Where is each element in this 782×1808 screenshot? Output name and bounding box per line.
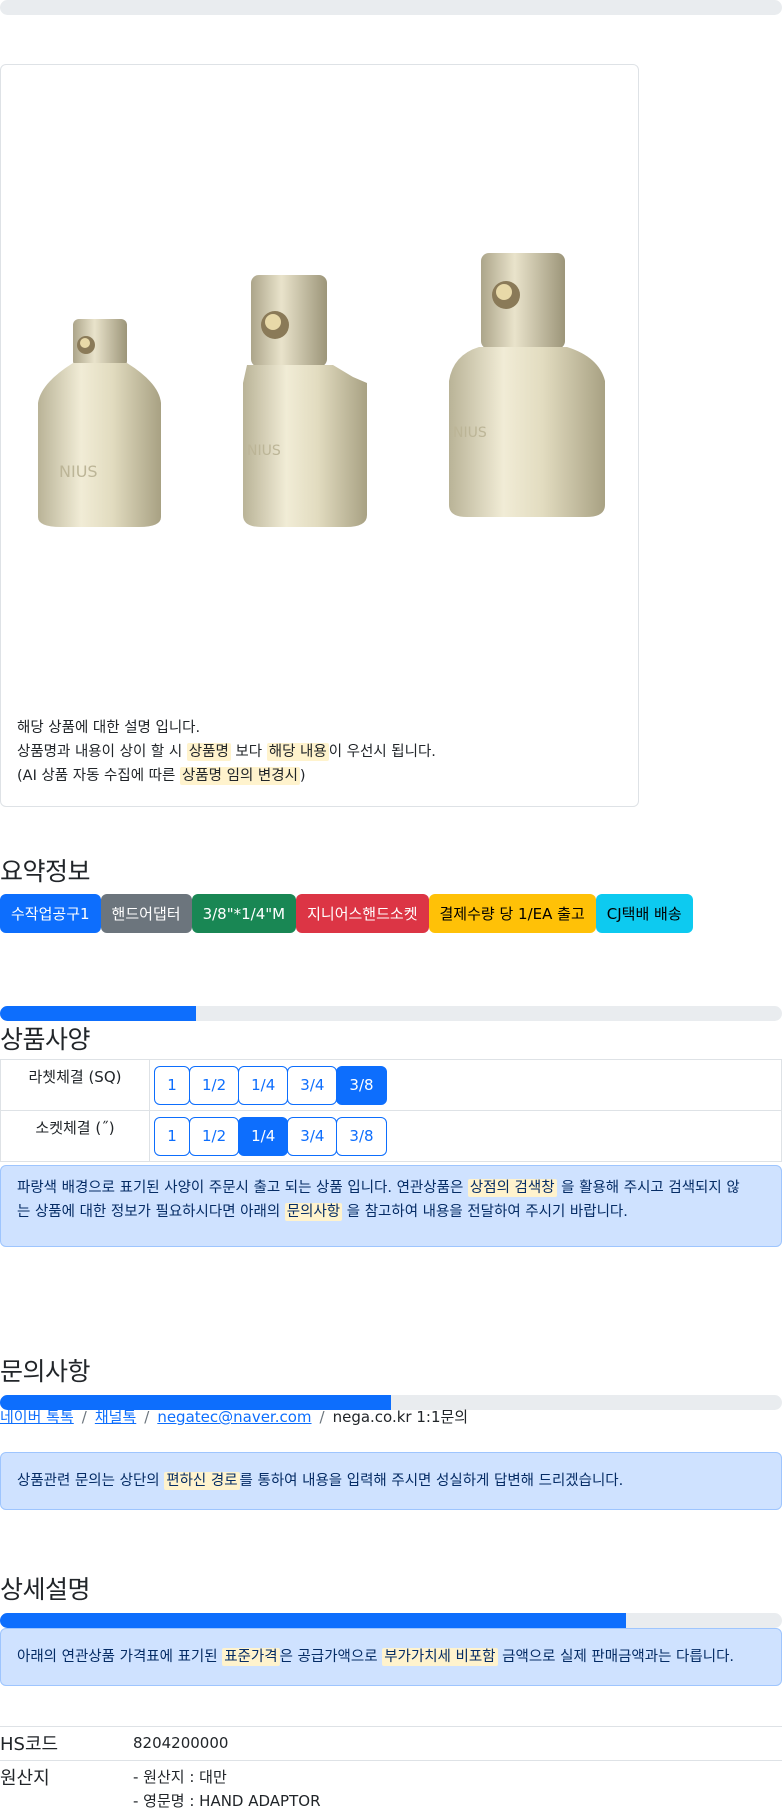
spec-row: 라쳇체결 (SQ) 1 1/2 1/4 3/4 3/8	[0, 1060, 782, 1111]
desc-text: 이 우선시 됩니다.	[328, 744, 436, 760]
summary-title: 요약정보	[0, 857, 91, 886]
origin-value: - 원산지 : 대만 - 영문명 : HAND ADAPTOR	[133, 1765, 321, 1808]
inquiry-title: 문의사항	[0, 1357, 91, 1386]
spec-options: 1 1/2 1/4 3/4 3/8	[150, 1111, 782, 1161]
svg-text:NIUS: NIUS	[247, 443, 281, 459]
highlight: 부가가치세 비포함	[382, 1648, 498, 1666]
notice-text: 아래의 연관상품 가격표에 표기된	[17, 1649, 223, 1665]
spec-option-button[interactable]: 1	[154, 1065, 190, 1105]
site-inquiry-text: nega.co.kr 1:1문의	[332, 1408, 469, 1426]
spec-option-button[interactable]: 1/2	[189, 1116, 240, 1156]
detail-title: 상세설명	[0, 1575, 91, 1604]
hs-code-label: HS코드	[0, 1734, 59, 1755]
separator: /	[81, 1408, 87, 1426]
separator: /	[144, 1408, 150, 1426]
highlight: 표준가격	[222, 1648, 280, 1666]
spec-options: 1 1/2 1/4 3/4 3/8	[150, 1060, 782, 1110]
detail-progress-bar	[0, 1613, 782, 1628]
desc-text: 상품명과 내용이 상이 할 시	[17, 744, 187, 760]
spec-option-button[interactable]: 1/2	[189, 1065, 240, 1105]
naver-talk-link[interactable]: 네이버 톡톡	[0, 1408, 74, 1426]
inquiry-links: 네이버 톡톡 / 채널톡 / negatec@naver.com / nega.co.kr …	[0, 1406, 468, 1427]
detail-notice: 아래의 연관상품 가격표에 표기된 표준가격 은 공급가액으로 부가가치세 비포함…	[0, 1628, 782, 1686]
spec-option-button[interactable]: 1	[154, 1116, 190, 1156]
separator: /	[319, 1408, 325, 1426]
spec-table: 라쳇체결 (SQ) 1 1/2 1/4 3/4 3/8 소켓체결 (˝) 1 1/2 1/4 3/4…	[0, 1059, 782, 1162]
channel-talk-link[interactable]: 채널톡	[95, 1408, 136, 1426]
spec-notice-line-2: 는 상품에 대한 정보가 필요하시다면 아래의 문의사항 을 참고하여 내용을 …	[17, 1200, 765, 1224]
hs-code-value: 8204200000	[133, 1734, 229, 1752]
notice-text: 를 통하여 내용을 입력해 주시면 성실하게 답변해 드리겠습니다.	[239, 1473, 624, 1489]
highlight: 문의사항	[284, 1203, 343, 1221]
adaptor-medium: NIUS	[243, 275, 367, 527]
highlight: 상품명	[186, 743, 231, 761]
summary-badge: 핸드어댑터	[100, 894, 192, 933]
spec-option-button[interactable]: 1/4	[238, 1065, 289, 1105]
spec-label: 라쳇체결 (SQ)	[0, 1060, 150, 1110]
product-image: NIUS NIUS NIUS	[38, 253, 605, 527]
spec-notice: 파랑색 배경으로 표기된 사양이 주문시 출고 되는 상품 입니다. 연관상품은…	[0, 1165, 782, 1247]
hs-code-row: HS코드 8204200000	[0, 1726, 782, 1760]
highlight: 상점의 검색창	[467, 1179, 557, 1197]
summary-badge: CJ택배 배송	[595, 894, 693, 933]
spec-label: 소켓체결 (˝)	[0, 1111, 150, 1161]
origin-line-2: - 영문명 : HAND ADAPTOR	[133, 1792, 321, 1808]
notice-text: 파랑색 배경으로 표기된 사양이 주문시 출고 되는 상품 입니다. 연관상품은	[17, 1180, 468, 1196]
email-link[interactable]: negatec@naver.com	[157, 1408, 311, 1426]
highlight: 해당 내용	[266, 743, 329, 761]
desc-text: (AI 상품 자동 수집에 따른	[17, 768, 180, 784]
notice-text: 금액으로 실제 판매금액과는 다릅니다.	[497, 1649, 735, 1665]
product-description: 해당 상품에 대한 설명 입니다. 상품명과 내용이 상이 할 시 상품명 보다…	[17, 716, 436, 788]
desc-text: 보다	[230, 744, 267, 760]
notice-text: 는 상품에 대한 정보가 필요하시다면 아래의	[17, 1204, 285, 1220]
notice-text: 을 활용해 주시고 검색되지 않	[556, 1180, 740, 1196]
svg-text:NIUS: NIUS	[59, 462, 98, 481]
notice-text: 을 참고하여 내용을 전달하여 주시기 바랍니다.	[342, 1204, 628, 1220]
origin-row: 원산지 - 원산지 : 대만 - 영문명 : HAND ADAPTOR	[0, 1760, 782, 1808]
highlight: 상품명 임의 변경시	[179, 767, 300, 785]
spec-option-button[interactable]: 1/4	[238, 1116, 289, 1156]
desc-line-1: 해당 상품에 대한 설명 입니다.	[17, 720, 201, 736]
spec-title: 상품사양	[0, 1025, 91, 1054]
origin-label: 원산지	[0, 1768, 50, 1789]
top-progress-bar	[0, 0, 782, 15]
desc-text: )	[299, 768, 306, 784]
notice-text: 상품관련 문의는 상단의	[17, 1473, 165, 1489]
spec-progress-fill	[0, 1006, 196, 1021]
highlight: 편하신 경로	[164, 1472, 240, 1490]
spec-row: 소켓체결 (˝) 1 1/2 1/4 3/4 3/8	[0, 1111, 782, 1162]
svg-text:NIUS: NIUS	[453, 425, 487, 441]
product-card: NIUS NIUS NIUS	[0, 64, 639, 807]
adaptor-small: NIUS	[38, 319, 161, 527]
notice-text: 은 공급가액으로	[279, 1649, 383, 1665]
spec-option-button[interactable]: 3/8	[336, 1116, 387, 1156]
desc-line-3: (AI 상품 자동 수집에 따른 상품명 임의 변경시)	[17, 764, 436, 788]
summary-badge: 결제수량 당 1/EA 출고	[428, 894, 596, 933]
origin-line-1: - 원산지 : 대만	[133, 1768, 227, 1786]
detail-progress-fill	[0, 1613, 626, 1628]
inquiry-notice: 상품관련 문의는 상단의 편하신 경로 를 통하여 내용을 입력해 주시면 성실하…	[0, 1452, 782, 1510]
desc-line-2: 상품명과 내용이 상이 할 시 상품명 보다 해당 내용 이 우선시 됩니다.	[17, 740, 436, 764]
summary-badge: 지니어스핸드소켓	[296, 894, 429, 933]
spec-option-button[interactable]: 3/8	[336, 1065, 387, 1105]
spec-option-button[interactable]: 3/4	[287, 1116, 338, 1156]
summary-badge: 3/8"*1/4"M	[191, 894, 297, 933]
spec-notice-line-1: 파랑색 배경으로 표기된 사양이 주문시 출고 되는 상품 입니다. 연관상품은…	[17, 1176, 765, 1200]
adaptor-large: NIUS	[449, 253, 605, 517]
spec-progress-bar	[0, 1006, 782, 1021]
summary-badges: 수작업공구1 핸드어댑터 3/8"*1/4"M 지니어스핸드소켓 결제수량 당 1/EA…	[0, 894, 693, 933]
spec-option-button[interactable]: 3/4	[287, 1065, 338, 1105]
summary-badge: 수작업공구1	[0, 894, 101, 933]
